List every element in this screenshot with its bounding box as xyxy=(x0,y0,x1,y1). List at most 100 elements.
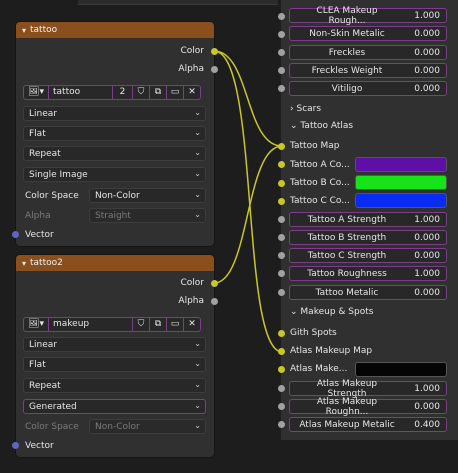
source-dropdown[interactable]: Single Image ⌄ xyxy=(23,167,206,182)
tattoo-color-output-socket[interactable] xyxy=(211,48,218,55)
chevron-right-icon: › xyxy=(290,104,294,114)
input-socket[interactable] xyxy=(278,289,285,296)
input-socket[interactable] xyxy=(278,216,285,223)
extension-dropdown[interactable]: Repeat ⌄ xyxy=(23,378,206,393)
atlas-makeup-color-swatch[interactable] xyxy=(355,362,447,377)
prop-tattoo-b-strength[interactable]: Tattoo B Strength 0.000 xyxy=(289,230,447,245)
tattoo-b-color-socket[interactable] xyxy=(278,180,285,187)
tattoo-b-color-swatch[interactable] xyxy=(355,175,447,190)
gith-spots-socket[interactable] xyxy=(278,330,285,337)
tattoo-a-color-swatch[interactable] xyxy=(355,157,447,172)
color-space-dropdown: Non-Color ⌄ xyxy=(89,419,206,434)
chevron-down-icon: ⌄ xyxy=(194,190,201,199)
atlas-makeup-map-socket[interactable] xyxy=(278,348,285,355)
tattoo-a-color-label: Tattoo A Co... xyxy=(290,160,350,170)
prop-tattoo-a-strength[interactable]: Tattoo A Strength 1.000 xyxy=(289,212,447,227)
input-socket[interactable] xyxy=(278,67,285,74)
input-socket[interactable] xyxy=(278,85,285,92)
chevron-down-icon: ⌄ xyxy=(194,421,201,430)
tattoo-vector-input-socket[interactable] xyxy=(12,231,19,238)
panel-scars[interactable]: › Scars xyxy=(290,104,321,114)
image-name-field[interactable]: tattoo xyxy=(49,84,113,100)
image-texture-node-tattoo2[interactable]: ▾ tattoo2 Color Alpha 🖼▾ makeup ⛉ ⧉ ▭ ✕ L… xyxy=(16,255,214,457)
prop-tattoo-c-strength[interactable]: Tattoo C Strength 0.000 xyxy=(289,248,447,263)
tattoo-alpha-output-socket[interactable] xyxy=(211,66,218,73)
input-socket[interactable] xyxy=(278,421,285,428)
prop-freckles[interactable]: Freckles 0.000 xyxy=(289,45,447,60)
prop-tattoo-metalic[interactable]: Tattoo Metalic 0.000 xyxy=(289,285,447,300)
atlas-makeup-color-label: Atlas Make... xyxy=(290,364,348,374)
chevron-down-icon: ⌄ xyxy=(194,128,201,137)
shader-group-node[interactable]: CLEA Makeup Rough... 1.000 Non-Skin Metal… xyxy=(281,0,458,440)
color-space-dropdown[interactable]: Non-Color ⌄ xyxy=(89,188,206,203)
duplicate-icon[interactable]: ⧉ xyxy=(150,316,167,332)
image-name-field[interactable]: makeup xyxy=(49,316,133,332)
node-title: tattoo xyxy=(30,25,58,35)
prop-non-skin-metalic[interactable]: Non-Skin Metalic 0.000 xyxy=(289,26,447,41)
vector-input-label: Vector xyxy=(25,230,54,240)
tattoo2-color-output-socket[interactable] xyxy=(211,280,218,287)
collapse-icon[interactable]: ▾ xyxy=(22,26,26,35)
tattoo-c-color-socket[interactable] xyxy=(278,198,285,205)
prop-vitiligo[interactable]: Vitiligo 0.000 xyxy=(289,81,447,96)
color-output-label: Color xyxy=(180,278,205,288)
image-browse-button[interactable]: 🖼▾ xyxy=(23,84,49,100)
input-socket[interactable] xyxy=(278,252,285,259)
input-socket[interactable] xyxy=(278,270,285,277)
close-icon[interactable]: ✕ xyxy=(184,84,201,100)
prop-tattoo-roughness[interactable]: Tattoo Roughness 1.000 xyxy=(289,266,447,281)
color-output-label: Color xyxy=(180,46,205,56)
chevron-down-icon: ⌄ xyxy=(194,148,201,157)
prop-clea-makeup-roughness[interactable]: CLEA Makeup Rough... 1.000 xyxy=(289,6,447,26)
node-header[interactable]: ▾ tattoo2 xyxy=(16,255,214,271)
alpha-mode-dropdown: Straight ⌄ xyxy=(89,208,206,223)
input-socket[interactable] xyxy=(278,13,285,20)
tattoo2-alpha-output-socket[interactable] xyxy=(211,298,218,305)
link-tattoo-color-to-tattoo-map xyxy=(213,50,283,147)
tattoo2-vector-input-socket[interactable] xyxy=(12,442,19,449)
link-tattoo-color-to-atlas-makeup-map xyxy=(213,50,283,353)
atlas-makeup-map-label: Atlas Makeup Map xyxy=(290,346,373,356)
image-browse-button[interactable]: 🖼▾ xyxy=(23,316,49,332)
alpha-output-label: Alpha xyxy=(178,296,204,306)
interpolation-dropdown[interactable]: Linear ⌄ xyxy=(23,106,206,121)
tattoo-c-color-swatch[interactable] xyxy=(355,193,447,208)
input-socket[interactable] xyxy=(278,31,285,38)
input-socket[interactable] xyxy=(278,234,285,241)
open-folder-icon[interactable]: ▭ xyxy=(167,316,184,332)
collapse-icon[interactable]: ▾ xyxy=(22,259,26,268)
prop-atlas-makeup-strength[interactable]: Atlas Makeup Strength 1.000 xyxy=(289,379,447,399)
chevron-down-icon: ⌄ xyxy=(194,210,201,219)
image-texture-node-tattoo[interactable]: ▾ tattoo Color Alpha 🖼▾ tattoo 2 ⛉ ⧉ ▭ ✕ … xyxy=(16,22,214,246)
tattoo-map-socket[interactable] xyxy=(278,143,285,150)
close-icon[interactable]: ✕ xyxy=(184,316,201,332)
gith-spots-label: Gith Spots xyxy=(290,328,337,338)
interpolation-dropdown[interactable]: Linear ⌄ xyxy=(23,337,206,352)
image-selector-row: 🖼▾ makeup ⛉ ⧉ ▭ ✕ xyxy=(23,316,201,332)
prop-atlas-makeup-roughness[interactable]: Atlas Makeup Roughn... 0.000 xyxy=(289,397,447,417)
input-socket[interactable] xyxy=(278,385,285,392)
open-folder-icon[interactable]: ▭ xyxy=(167,84,184,100)
projection-dropdown[interactable]: Flat ⌄ xyxy=(23,357,206,372)
prop-atlas-makeup-metalic[interactable]: Atlas Makeup Metalic 0.400 xyxy=(289,417,447,432)
prop-freckles-weight[interactable]: Freckles Weight 0.000 xyxy=(289,63,447,78)
image-selector-row: 🖼▾ tattoo 2 ⛉ ⧉ ▭ ✕ xyxy=(23,84,201,100)
atlas-makeup-color-socket[interactable] xyxy=(278,366,285,373)
alpha-label: Alpha xyxy=(25,211,51,221)
extension-dropdown[interactable]: Repeat ⌄ xyxy=(23,146,206,161)
panel-tattoo-atlas[interactable]: ⌄ Tattoo Atlas xyxy=(290,121,353,131)
fake-user-shield-icon[interactable]: ⛉ xyxy=(133,84,150,100)
panel-makeup-spots[interactable]: ⌄ Makeup & Spots xyxy=(290,307,373,317)
projection-dropdown[interactable]: Flat ⌄ xyxy=(23,126,206,141)
chevron-down-icon: ⌄ xyxy=(194,359,201,368)
fake-user-shield-icon[interactable]: ⛉ xyxy=(133,316,150,332)
vector-input-label: Vector xyxy=(25,441,54,451)
duplicate-icon[interactable]: ⧉ xyxy=(150,84,167,100)
input-socket[interactable] xyxy=(278,403,285,410)
image-users-count[interactable]: 2 xyxy=(113,84,133,100)
color-space-label: Color Space xyxy=(25,422,79,432)
input-socket[interactable] xyxy=(278,49,285,56)
source-dropdown[interactable]: Generated ⌄ xyxy=(23,399,206,414)
tattoo-a-color-socket[interactable] xyxy=(278,161,285,168)
node-header[interactable]: ▾ tattoo xyxy=(16,22,214,38)
